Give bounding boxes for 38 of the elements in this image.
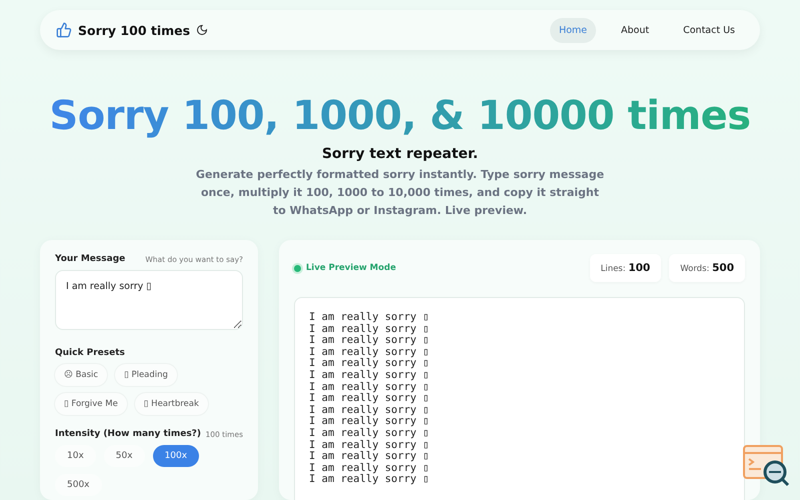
- preview-line: I am really sorry ▯: [309, 474, 430, 486]
- preview-line: I am really sorry ▯: [309, 451, 430, 463]
- preview-line: I am really sorry ▯: [309, 416, 430, 428]
- intensity-option[interactable]: 50x: [104, 445, 145, 467]
- preset-chip[interactable]: ▯ Forgive Me: [55, 393, 127, 415]
- preview-line: I am really sorry ▯: [309, 335, 430, 347]
- message-field[interactable]: I am really sorry ▯: [55, 270, 243, 330]
- intensity-option[interactable]: 500x: [55, 474, 102, 496]
- search-window-icon[interactable]: [742, 444, 792, 488]
- preview-line: I am really sorry ▯: [309, 428, 430, 440]
- preview-line: I am really sorry ▯: [309, 324, 430, 335]
- preview-line: I am really sorry ▯: [309, 312, 430, 324]
- message-label: Your Message: [55, 254, 126, 264]
- moon-icon[interactable]: [196, 24, 208, 36]
- preview-line: I am really sorry ▯: [309, 358, 430, 370]
- nav-link[interactable]: Contact Us: [674, 18, 744, 42]
- intensity-option[interactable]: 100x: [152, 445, 200, 467]
- preset-chip[interactable]: ▯ Pleading: [115, 364, 177, 386]
- preset-chip[interactable]: ☹ Basic: [55, 364, 108, 386]
- preview-line: I am really sorry ▯: [309, 440, 430, 451]
- intensity-label: Intensity (How many times?): [55, 429, 202, 439]
- intensity-option[interactable]: 10x: [55, 445, 96, 467]
- brand-name[interactable]: Sorry 100 times: [78, 22, 190, 38]
- thumbs-up-icon: [56, 22, 72, 38]
- nav-link[interactable]: About: [612, 18, 658, 42]
- preview-mode-label: Live Preview Mode: [306, 263, 396, 273]
- presets-label: Quick Presets: [55, 348, 125, 358]
- preview-line: I am really sorry ▯: [309, 370, 430, 382]
- preview-line: I am really sorry ▯: [309, 404, 430, 416]
- subtitle: Sorry text repeater.: [322, 146, 478, 162]
- preset-chip[interactable]: ▯ Heartbreak: [134, 393, 208, 415]
- stat-badge: Lines: 100: [590, 254, 662, 282]
- preview-line: I am really sorry ▯: [309, 346, 430, 358]
- preview-line: I am really sorry ▯: [309, 462, 430, 474]
- stat-badge: Words: 500: [669, 254, 745, 282]
- preview-line: I am really sorry ▯: [309, 393, 430, 405]
- description: Generate perfectly formatted sorry instantly. Type sorry message once, multiply it 100, 1000 to 10,000 times, and copy it straight to WhatsApp or Instagram. Live preview.: [195, 167, 605, 219]
- preview-line: I am really sorry ▯: [309, 382, 430, 393]
